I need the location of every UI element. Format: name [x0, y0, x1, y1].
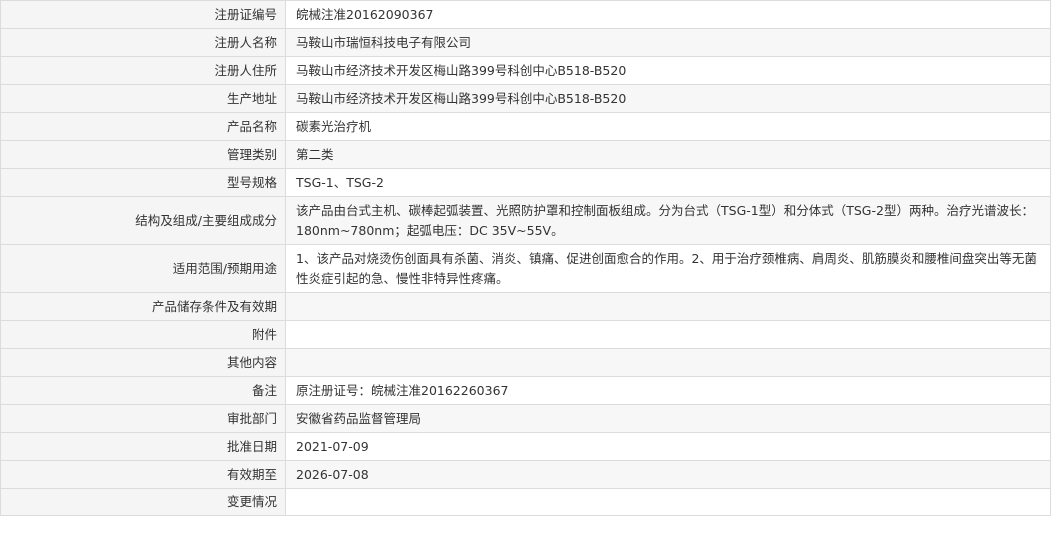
row-label: 其他内容: [0, 348, 286, 377]
row-label: 有效期至: [0, 460, 286, 489]
row-label: 审批部门: [0, 404, 286, 433]
table-row-approval-department: 审批部门 安徽省药品监督管理局: [0, 404, 1051, 433]
row-value: 马鞍山市瑞恒科技电子有限公司: [285, 28, 1051, 57]
row-value: 马鞍山市经济技术开发区梅山路399号科创中心B518-B520: [285, 56, 1051, 85]
registration-detail-table: 注册证编号 皖械注准20162090367 注册人名称 马鞍山市瑞恒科技电子有限…: [0, 0, 1051, 516]
row-label: 型号规格: [0, 168, 286, 197]
table-row-registration-number: 注册证编号 皖械注准20162090367: [0, 0, 1051, 29]
table-row-product-name: 产品名称 碳素光治疗机: [0, 112, 1051, 141]
row-label: 产品储存条件及有效期: [0, 292, 286, 321]
table-row-change-history: 变更情况: [0, 488, 1051, 516]
row-value: 安徽省药品监督管理局: [285, 404, 1051, 433]
row-value: 皖械注准20162090367: [285, 0, 1051, 29]
row-label: 变更情况: [0, 488, 286, 516]
row-value: 2026-07-08: [285, 460, 1051, 489]
table-row-registrant-address: 注册人住所 马鞍山市经济技术开发区梅山路399号科创中心B518-B520: [0, 56, 1051, 85]
row-value: 第二类: [285, 140, 1051, 169]
row-value: [285, 320, 1051, 349]
table-row-storage-conditions: 产品储存条件及有效期: [0, 292, 1051, 321]
table-row-other-content: 其他内容: [0, 348, 1051, 377]
table-row-approval-date: 批准日期 2021-07-09: [0, 432, 1051, 461]
row-label: 管理类别: [0, 140, 286, 169]
row-value: 马鞍山市经济技术开发区梅山路399号科创中心B518-B520: [285, 84, 1051, 113]
row-value: 该产品由台式主机、碳棒起弧装置、光照防护罩和控制面板组成。分为台式（TSG-1型…: [285, 196, 1051, 245]
row-label: 结构及组成/主要组成成分: [0, 196, 286, 245]
table-row-intended-use: 适用范围/预期用途 1、该产品对烧烫伤创面具有杀菌、消炎、镇痛、促进创面愈合的作…: [0, 244, 1051, 293]
row-value: [285, 292, 1051, 321]
row-label: 生产地址: [0, 84, 286, 113]
table-row-remarks: 备注 原注册证号：皖械注准20162260367: [0, 376, 1051, 405]
table-row-registrant-name: 注册人名称 马鞍山市瑞恒科技电子有限公司: [0, 28, 1051, 57]
table-row-management-category: 管理类别 第二类: [0, 140, 1051, 169]
table-row-model-spec: 型号规格 TSG-1、TSG-2: [0, 168, 1051, 197]
row-label: 注册人名称: [0, 28, 286, 57]
row-value: 1、该产品对烧烫伤创面具有杀菌、消炎、镇痛、促进创面愈合的作用。2、用于治疗颈椎…: [285, 244, 1051, 293]
row-label: 产品名称: [0, 112, 286, 141]
row-value: 原注册证号：皖械注准20162260367: [285, 376, 1051, 405]
table-row-valid-until: 有效期至 2026-07-08: [0, 460, 1051, 489]
table-row-structure-composition: 结构及组成/主要组成成分 该产品由台式主机、碳棒起弧装置、光照防护罩和控制面板组…: [0, 196, 1051, 245]
row-label: 批准日期: [0, 432, 286, 461]
row-value: [285, 488, 1051, 516]
row-value: [285, 348, 1051, 377]
row-label: 注册证编号: [0, 0, 286, 29]
table-row-attachments: 附件: [0, 320, 1051, 349]
row-label: 注册人住所: [0, 56, 286, 85]
row-value: 碳素光治疗机: [285, 112, 1051, 141]
table-row-production-address: 生产地址 马鞍山市经济技术开发区梅山路399号科创中心B518-B520: [0, 84, 1051, 113]
row-value: TSG-1、TSG-2: [285, 168, 1051, 197]
row-label: 适用范围/预期用途: [0, 244, 286, 293]
row-label: 附件: [0, 320, 286, 349]
row-label: 备注: [0, 376, 286, 405]
row-value: 2021-07-09: [285, 432, 1051, 461]
